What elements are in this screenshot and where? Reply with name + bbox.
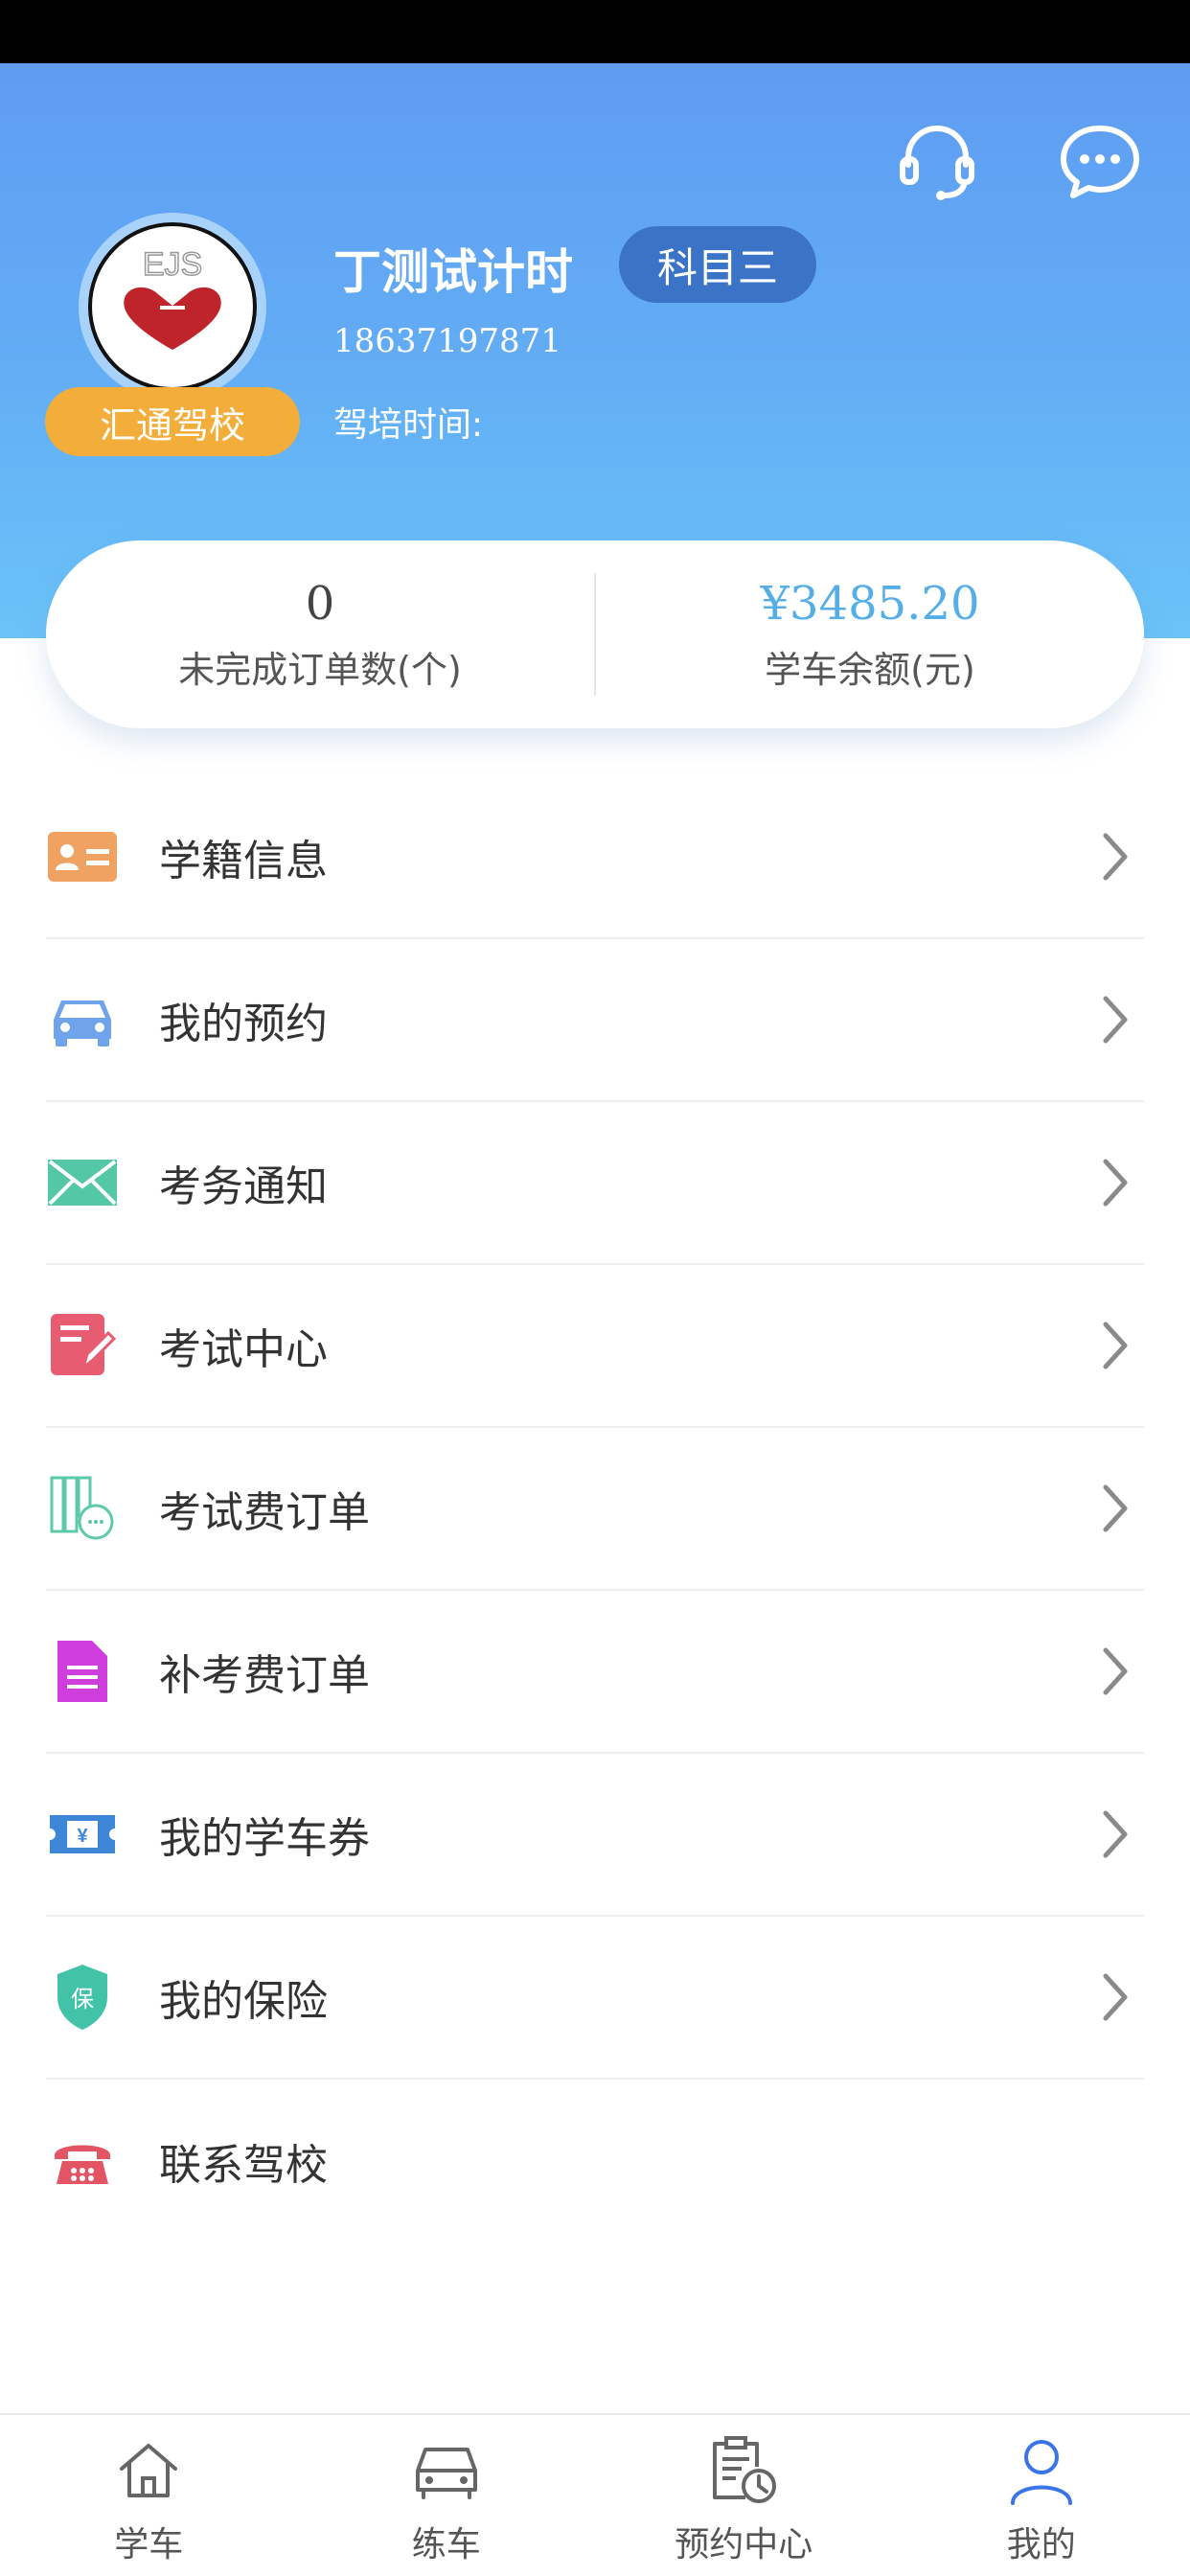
menu-item-label: 我的保险 — [159, 1977, 328, 2026]
menu-item-my-appointments[interactable]: 我的预约 — [46, 939, 1144, 1102]
user-phone: 18637197871 — [333, 322, 561, 360]
chevron-right-icon — [1103, 1322, 1128, 1369]
tab-label: 练车 — [411, 2525, 481, 2564]
menu-item-label: 考试中心 — [159, 1325, 328, 1374]
tab-label: 学车 — [114, 2525, 184, 2564]
menu-list: 学籍信息 我的预约 考务通知 考试中心 考试费订单 补考费订单 ¥ 我的学车券 … — [46, 776, 1144, 2242]
menu-item-exam-fee-orders[interactable]: 考试费订单 — [46, 1428, 1144, 1591]
bottom-tab-bar: 学车 练车 预约中心 我的 — [0, 2413, 1190, 2576]
coupon-icon: ¥ — [46, 1798, 119, 1871]
svg-text:保: 保 — [71, 1986, 94, 2012]
svg-text:¥: ¥ — [77, 1826, 88, 1847]
balance-label: 学车余额(元) — [765, 648, 975, 691]
tab-booking-center[interactable]: 预约中心 — [595, 2415, 893, 2576]
phone-icon — [46, 2125, 119, 2197]
balance-value: ¥3485.20 — [760, 576, 980, 631]
schedule-icon — [705, 2432, 782, 2509]
training-time-label: 驾培时间: — [333, 405, 484, 445]
menu-item-label: 考务通知 — [159, 1162, 328, 1211]
school-badge: 汇通驾校 — [45, 387, 300, 456]
pending-orders-stat[interactable]: 0 未完成订单数(个) — [46, 540, 594, 728]
pending-orders-value: 0 — [305, 576, 335, 631]
svg-text:EJS: EJS — [143, 246, 202, 283]
customer-service-button[interactable] — [889, 113, 985, 209]
user-name: 丁测试计时 — [333, 244, 573, 300]
tab-mine[interactable]: 我的 — [893, 2415, 1190, 2576]
tab-learn-driving[interactable]: 学车 — [0, 2415, 298, 2576]
menu-item-label: 联系驾校 — [159, 2141, 328, 2190]
menu-item-my-insurance[interactable]: 保 我的保险 — [46, 1917, 1144, 2080]
shield-icon: 保 — [46, 1961, 119, 2034]
menu-item-my-coupons[interactable]: ¥ 我的学车券 — [46, 1754, 1144, 1917]
avatar[interactable]: EJS — [79, 213, 266, 401]
avatar-image: EJS — [88, 222, 257, 391]
chevron-right-icon — [1103, 1647, 1128, 1695]
chevron-right-icon — [1103, 833, 1128, 881]
tab-practice[interactable]: 练车 — [298, 2415, 596, 2576]
message-button[interactable] — [1052, 113, 1148, 209]
menu-item-student-info[interactable]: 学籍信息 — [46, 776, 1144, 939]
menu-item-exam-notice[interactable]: 考务通知 — [46, 1102, 1144, 1265]
id-card-icon — [46, 820, 119, 893]
chevron-right-icon — [1103, 1810, 1128, 1858]
school-logo-icon: EJS — [124, 245, 221, 350]
chevron-right-icon — [1103, 996, 1128, 1044]
receipt-icon — [46, 1472, 119, 1545]
balance-stat[interactable]: ¥3485.20 学车余额(元) — [596, 540, 1144, 728]
chevron-right-icon — [1103, 1484, 1128, 1532]
status-bar — [0, 0, 1190, 63]
menu-item-label: 我的预约 — [159, 1000, 328, 1048]
tab-label: 我的 — [1006, 2525, 1076, 2564]
pending-orders-label: 未完成订单数(个) — [178, 648, 462, 691]
car-outline-icon — [408, 2432, 485, 2509]
document-icon — [46, 1635, 119, 1708]
chevron-right-icon — [1103, 1973, 1128, 2021]
headset-icon — [900, 126, 974, 200]
menu-item-exam-center[interactable]: 考试中心 — [46, 1265, 1144, 1428]
chat-bubble-icon — [1061, 126, 1139, 198]
envelope-icon — [46, 1146, 119, 1219]
menu-item-retake-fee-orders[interactable]: 补考费订单 — [46, 1591, 1144, 1754]
menu-item-label: 补考费订单 — [159, 1651, 370, 1700]
user-icon — [1003, 2432, 1080, 2509]
stats-card: 0 未完成订单数(个) ¥3485.20 学车余额(元) — [46, 540, 1144, 728]
car-icon — [46, 983, 119, 1056]
edit-icon — [46, 1309, 119, 1382]
menu-item-label: 我的学车券 — [159, 1814, 370, 1863]
menu-item-contact-school[interactable]: 联系驾校 — [46, 2080, 1144, 2242]
tab-label: 预约中心 — [675, 2525, 813, 2564]
subject-badge: 科目三 — [619, 226, 816, 303]
home-icon — [110, 2432, 187, 2509]
chevron-right-icon — [1103, 1159, 1128, 1207]
menu-item-label: 考试费订单 — [159, 1488, 370, 1537]
menu-item-label: 学籍信息 — [159, 837, 328, 886]
